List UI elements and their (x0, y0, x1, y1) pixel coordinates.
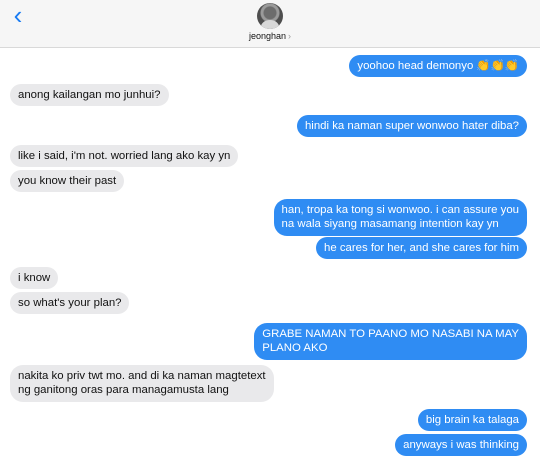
conversation-header: ‹ jeonghan › (0, 0, 540, 48)
message-text: so what's your plan? (18, 297, 122, 309)
message-text-line: nakita ko priv twt mo. and di ka naman m… (18, 370, 266, 382)
message-text: you know their past (18, 175, 117, 187)
message-text-line: han, tropa ka tong si wonwoo. i can assu… (281, 204, 519, 216)
message-text: anong kailangan mo junhui? (18, 89, 161, 101)
back-chevron-icon[interactable]: ‹ (6, 2, 30, 30)
message-bubble-incoming[interactable]: like i said, i'm not. worried lang ako k… (10, 145, 239, 167)
message-bubble-incoming[interactable]: nakita ko priv twt mo. and di ka naman m… (10, 365, 274, 402)
message-text-line: na wala siyang masamang intention kay yn (281, 217, 499, 230)
message-bubble-outgoing[interactable]: han, tropa ka tong si wonwoo. i can assu… (273, 199, 527, 236)
contact-avatar[interactable] (257, 3, 283, 29)
avatar-silhouette (261, 20, 279, 29)
contact-name-button[interactable]: jeonghan › (0, 31, 540, 41)
message-text-line: PLANO AKO (262, 341, 328, 354)
message-bubble-outgoing[interactable]: anyways i was thinking (395, 434, 527, 456)
message-bubble-incoming[interactable]: you know their past (10, 170, 125, 192)
message-text: he cares for her, and she cares for him (323, 242, 519, 254)
message-text: big brain ka talaga (425, 414, 519, 426)
message-text-line: GRABE NAMAN TO PAANO MO NASABI NA MAY (262, 328, 519, 340)
chevron-right-icon: › (288, 31, 292, 41)
message-bubble-outgoing[interactable]: GRABE NAMAN TO PAANO MO NASABI NA MAY PL… (254, 323, 527, 360)
message-bubble-incoming[interactable]: i know (10, 267, 59, 289)
message-bubble-outgoing[interactable]: yoohoo head demonyo 👏👏👏 (349, 55, 527, 77)
message-text: hindi ka naman super wonwoo hater diba? (304, 120, 519, 132)
message-bubble-outgoing[interactable]: big brain ka talaga (417, 409, 527, 431)
message-bubble-outgoing[interactable]: he cares for her, and she cares for him (315, 237, 527, 259)
message-text: anyways i was thinking (403, 439, 519, 451)
message-bubble-incoming[interactable]: anong kailangan mo junhui? (10, 84, 169, 106)
message-bubble-incoming[interactable]: so what's your plan? (10, 292, 130, 314)
contact-name: jeonghan (248, 31, 287, 41)
message-text: yoohoo head demonyo 👏👏👏 (357, 60, 519, 72)
message-bubble-outgoing[interactable]: hindi ka naman super wonwoo hater diba? (296, 115, 527, 137)
message-text: i know (18, 272, 51, 284)
message-text-line: ng ganitong oras para managamusta lang (18, 383, 229, 396)
message-text: like i said, i'm not. worried lang ako k… (18, 150, 231, 162)
